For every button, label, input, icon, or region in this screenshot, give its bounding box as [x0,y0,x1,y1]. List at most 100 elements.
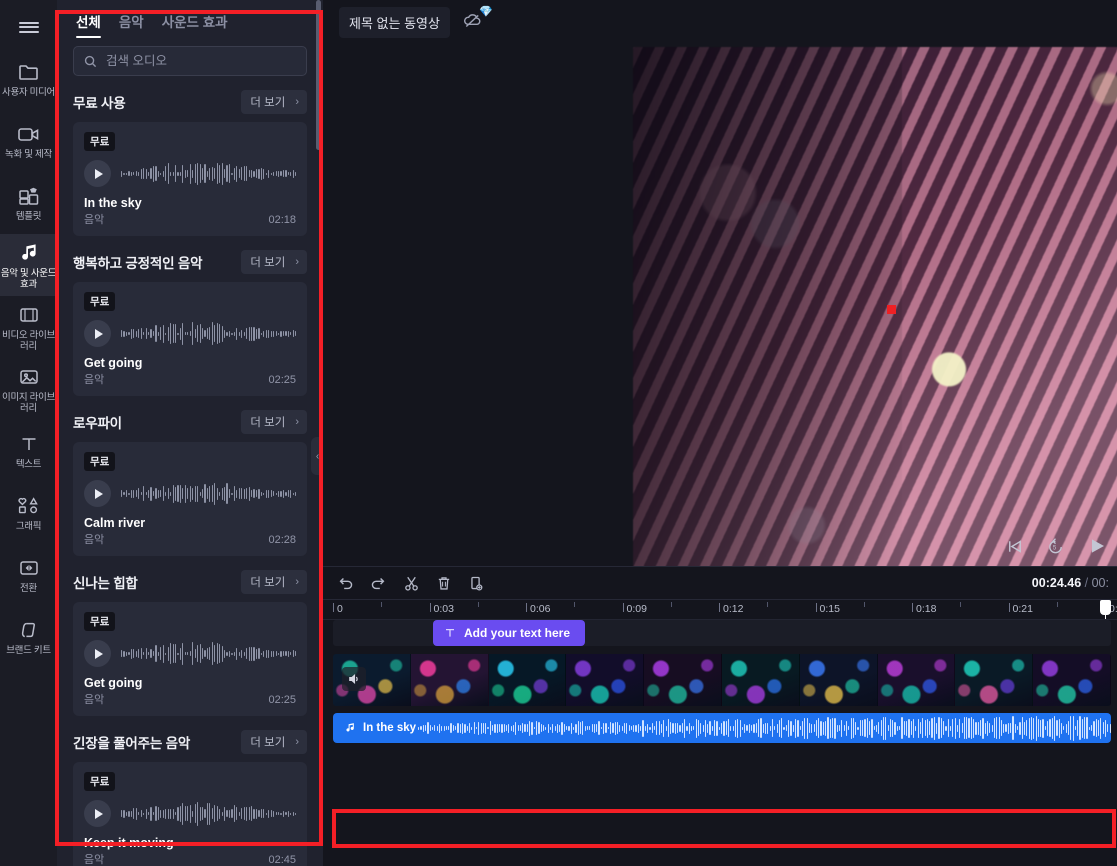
tab-sound-effects[interactable]: 사운드 효과 [162,11,228,38]
track-title: Keep it moving [84,836,174,850]
timecode-separator: / [1084,576,1089,590]
more-button-lofi[interactable]: 더 보기 › [241,410,307,434]
sidebar-item-templates[interactable]: 템플릿 [0,172,57,234]
free-badge: 무료 [84,452,116,471]
play-icon[interactable] [1087,536,1107,556]
cloud-sync-status[interactable]: 💎 [462,6,493,35]
video-thumbnail [721,654,800,706]
video-camera-icon [17,122,41,146]
search-audio-box[interactable] [73,46,307,76]
waveform [121,481,296,507]
video-vignette [633,47,902,566]
text-clip[interactable]: Add your text here [433,620,585,646]
track-card-get-going-2[interactable]: 무료 Get going 음악 02:25 [73,602,307,716]
more-label: 더 보기 [250,737,286,749]
audio-clip[interactable]: In the sky [333,713,1111,743]
track-meta: 음악 02:45 [84,851,296,866]
category-header-happy: 행복하고 긍정적인 음악 더 보기 › [69,236,311,282]
film-strip-icon [18,303,40,327]
sidebar-item-label: 음악 및 사운드 효과 [0,267,57,290]
track-wave-row [84,160,296,187]
sidebar-item-graphics[interactable]: 그래픽 [0,482,57,544]
audio-panel-tabs: 선체 음악 사운드 효과 [69,0,311,38]
track-title: Get going [84,356,143,370]
chevron-right-icon: › [295,736,299,748]
video-track-lane[interactable] [333,654,1111,706]
sidebar-item-record[interactable]: 녹화 및 제작 [0,110,57,172]
track-card-calm-river[interactable]: 무료 Calm river 음악 02:28 [73,442,307,556]
sidebar-item-text[interactable]: 텍스트 [0,420,57,482]
transition-icon [18,556,40,580]
sidebar-item-label: 비디오 라이브러리 [2,329,55,352]
play-icon[interactable] [84,160,111,187]
audio-panel-scroll-area[interactable]: 선체 음악 사운드 효과 무료 사용 더 보기 › [57,0,323,866]
hamburger-icon[interactable] [0,6,57,48]
panel-collapse-chevron-left-icon[interactable]: ‹ [311,437,323,475]
text-clip-label: Add your text here [464,626,571,640]
more-button-relax[interactable]: 더 보기 › [241,730,307,754]
timeline-toolbar: 00:24.46 / 00: [323,566,1117,599]
play-icon[interactable] [84,320,111,347]
sidebar-item-label: 템플릿 [15,211,42,222]
timecode-total: 00: [1091,576,1109,590]
audio-clip-waveform [416,713,1111,743]
project-title[interactable]: 제목 없는 동영상 [339,7,450,38]
tab-music[interactable]: 음악 [119,11,144,38]
play-icon[interactable] [84,800,111,827]
track-card-get-going-1[interactable]: 무료 Get going 음악 02:25 [73,282,307,396]
text-icon [19,432,39,456]
category-title: 무료 사용 [73,96,126,111]
track-card-keep-it-moving[interactable]: 무료 Keep it moving 음악 02:45 [73,762,307,866]
sidebar-item-user-media[interactable]: 사용자 미디어 [0,48,57,110]
track-duration: 02:25 [268,374,296,386]
video-thumbnail [566,654,645,706]
timeline-ruler[interactable]: 00:030:060:090:120:150:180:210:24 [323,599,1117,620]
sidebar-item-image-library[interactable]: 이미지 라이브러리 [0,358,57,420]
play-icon[interactable] [84,480,111,507]
trash-icon[interactable] [436,575,452,592]
top-bar: 제목 없는 동영상 💎 [323,0,1117,45]
more-button-hiphop[interactable]: 더 보기 › [241,570,307,594]
skip-to-start-icon[interactable] [1005,537,1024,556]
sidebar-item-label: 사용자 미디어 [2,87,55,98]
sidebar-item-label: 녹화 및 제작 [5,149,52,160]
audio-clip-label-group: In the sky [333,722,416,734]
track-card-in-the-sky[interactable]: 무료 In the sky 음악 02:18 [73,122,307,236]
waveform [121,321,296,347]
chevron-right-icon: › [295,416,299,428]
video-thumbnail [799,654,878,706]
speaker-icon[interactable] [342,667,366,691]
chevron-right-icon: › [295,96,299,108]
rewind-5s-icon[interactable]: 5 [1046,537,1065,556]
text-track-lane[interactable]: Add your text here [333,620,1111,646]
redo-icon[interactable] [370,575,387,591]
playback-controls: 5 [1005,536,1107,556]
playhead[interactable] [1100,600,1111,619]
video-preview-frame[interactable] [633,47,1117,566]
sidebar-item-audio[interactable]: 음악 및 사운드 효과 [0,234,57,296]
sidebar-item-transitions[interactable]: 전환 [0,544,57,606]
scissors-icon[interactable] [403,575,420,592]
category-title: 행복하고 긍정적인 음악 [73,256,203,271]
track-kind: 음악 [84,374,105,386]
more-button-happy[interactable]: 더 보기 › [241,250,307,274]
duplicate-icon[interactable] [468,575,484,592]
undo-icon[interactable] [337,575,354,591]
play-icon[interactable] [84,640,111,667]
tab-all[interactable]: 선체 [76,11,101,38]
sidebar-item-brand-kit[interactable]: 브랜드 키트 [0,606,57,668]
more-label: 더 보기 [250,577,286,589]
sidebar-item-label: 그래픽 [15,521,42,532]
sidebar-item-video-library[interactable]: 비디오 라이브러리 [0,296,57,358]
panel-scrollbar[interactable] [316,0,321,150]
audio-library-panel: 선체 음악 사운드 효과 무료 사용 더 보기 › [57,0,323,866]
timecode-current: 00:24.46 [1031,576,1082,590]
category-title: 긴장을 풀어주는 음악 [73,736,191,751]
search-input[interactable] [106,54,296,68]
video-editor-app: 사용자 미디어 녹화 및 제작 템플릿 음악 및 사운드 효과 비디오 라이브러… [0,0,1117,866]
sidebar-item-label: 브랜드 키트 [6,645,51,656]
track-kind: 음악 [84,694,105,706]
more-button-free-use[interactable]: 더 보기 › [241,90,307,114]
track-duration: 02:28 [268,534,296,546]
video-thumbnail [955,654,1034,706]
